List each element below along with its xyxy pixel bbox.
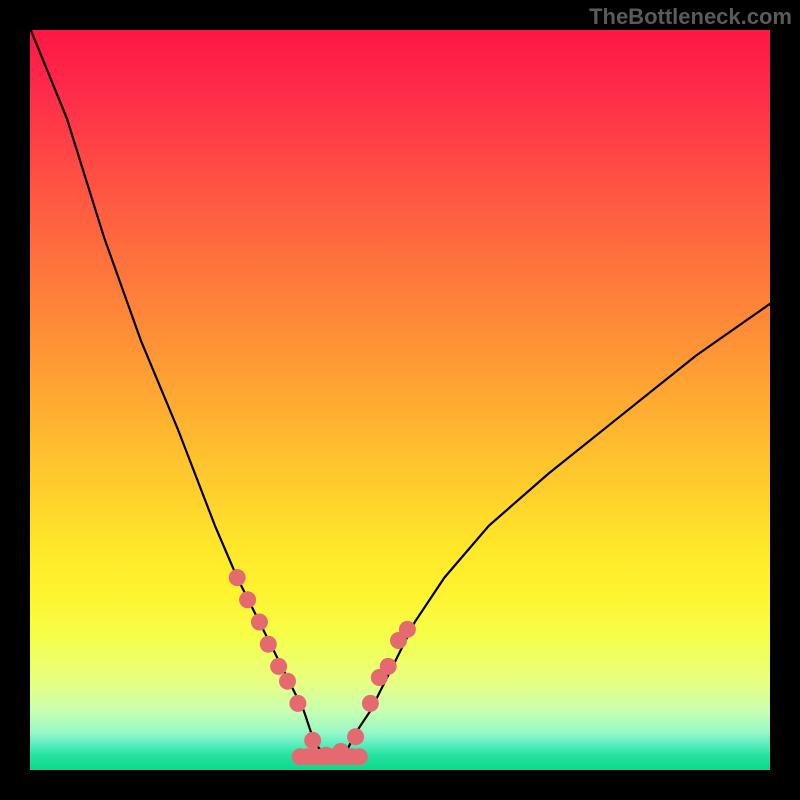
- highlight-marker: [362, 695, 379, 712]
- highlight-marker: [270, 658, 287, 675]
- chart-stage: TheBottleneck.com: [0, 0, 800, 800]
- highlight-marker: [279, 673, 296, 690]
- highlight-marker: [251, 614, 268, 631]
- highlight-marker: [380, 658, 397, 675]
- highlight-marker: [399, 621, 416, 638]
- watermark-text: TheBottleneck.com: [589, 4, 792, 30]
- highlight-marker: [347, 728, 364, 745]
- highlight-marker: [332, 743, 349, 760]
- bottleneck-chart: [0, 0, 800, 800]
- highlight-marker: [229, 569, 246, 586]
- highlight-marker: [239, 591, 256, 608]
- highlight-marker: [318, 747, 335, 764]
- highlight-marker: [304, 732, 321, 749]
- optimal-marker: [351, 748, 368, 765]
- highlight-marker: [289, 695, 306, 712]
- plot-background: [30, 30, 770, 770]
- highlight-marker: [260, 636, 277, 653]
